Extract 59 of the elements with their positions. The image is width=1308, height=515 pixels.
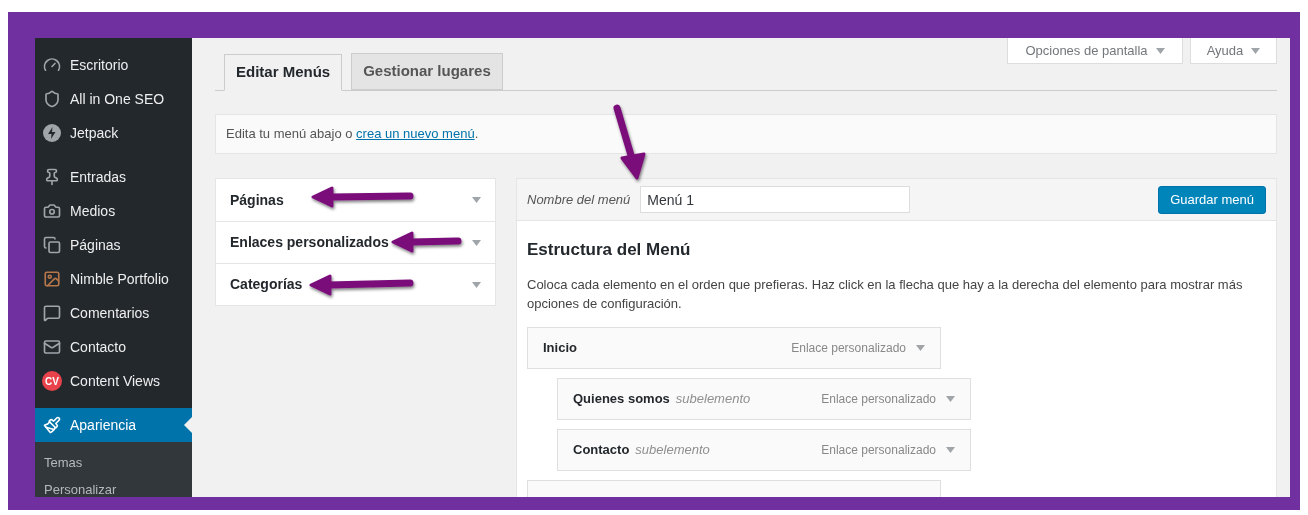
logo-badge: CV bbox=[42, 371, 62, 391]
menu-name-field[interactable]: Menú 1 bbox=[640, 186, 911, 213]
caret-icon bbox=[472, 281, 481, 288]
menu-item-type: Enlace personalizado bbox=[821, 441, 936, 459]
gauge-icon bbox=[43, 56, 61, 74]
tab[interactable]: Editar Menús bbox=[224, 54, 343, 91]
save-menu-button[interactable]: Guardar menú bbox=[1158, 185, 1266, 214]
caret-icon bbox=[1251, 47, 1261, 54]
sidebar-item[interactable]: Comentarios bbox=[35, 296, 192, 330]
paintbrush-icon bbox=[43, 416, 61, 434]
menu-item[interactable]: Quienes somos subelemento Enlace personalizado bbox=[557, 377, 971, 420]
submenu-item[interactable]: Temas bbox=[35, 449, 192, 476]
caret-icon bbox=[472, 197, 481, 203]
caret-icon bbox=[1155, 47, 1165, 54]
pages-icon bbox=[43, 236, 61, 254]
shield-icon bbox=[43, 90, 61, 108]
sidebar-item[interactable]: Contacto bbox=[35, 330, 192, 364]
sidebar-item[interactable]: All in One SEO bbox=[35, 82, 192, 116]
sidebar-item[interactable]: Páginas bbox=[35, 228, 192, 262]
menu-item-note: subelemento bbox=[675, 389, 751, 408]
menu-item-note: subelemento bbox=[635, 440, 710, 459]
sidebar-item[interactable]: Entradas bbox=[35, 160, 192, 194]
menu-item-label: Quienes somos bbox=[573, 389, 670, 408]
bolt-circle-icon bbox=[43, 124, 61, 142]
caret-icon bbox=[946, 446, 955, 453]
caret-icon bbox=[946, 395, 955, 402]
tab[interactable]: Gestionar lugares bbox=[351, 53, 503, 90]
accordion-title: Categorías bbox=[230, 275, 303, 294]
accordion-section[interactable]: Páginas bbox=[216, 179, 495, 221]
sidebar-item[interactable]: Medios bbox=[35, 194, 192, 228]
submenu-item[interactable]: Personalizar bbox=[35, 476, 192, 497]
menu-item-type: Enlace personalizado bbox=[821, 390, 936, 408]
screen-options-button[interactable]: Opciones de pantalla bbox=[1007, 38, 1183, 64]
sidebar-item[interactable]: Nimble Portfolio bbox=[35, 262, 192, 296]
new-menu-link[interactable]: crea un nuevo menú bbox=[356, 126, 475, 142]
sidebar-item[interactable]: Apariencia bbox=[35, 408, 192, 442]
menu-item-label: Inicio bbox=[543, 338, 577, 357]
image-icon bbox=[43, 270, 61, 288]
caret-icon bbox=[916, 344, 925, 351]
annotation-arrow bbox=[391, 231, 462, 253]
speech-bubble-icon bbox=[43, 304, 61, 322]
menu-item[interactable]: Inicio Enlace personalizado bbox=[527, 326, 941, 369]
accordion-title: Páginas bbox=[230, 190, 284, 210]
accordion-title: Enlaces personalizados bbox=[230, 233, 389, 252]
menu-name-label: Nombre del menú bbox=[527, 190, 631, 209]
sidebar-item[interactable]: Escritorio bbox=[35, 48, 192, 82]
pin-icon bbox=[43, 168, 61, 186]
caret-icon bbox=[472, 239, 481, 246]
menu-item-label: Contacto bbox=[573, 440, 630, 459]
section-description: Coloca cada elemento en el orden que prefieras. Haz click en la flecha que hay a la derecha del elemento para mostrar más opciones de configuración. bbox=[527, 275, 1244, 313]
screen-options-button[interactable]: Ayuda bbox=[1190, 38, 1277, 64]
section-title: Estructura del Menú bbox=[527, 239, 692, 261]
mail-icon bbox=[43, 338, 61, 356]
menu-item[interactable]: Contacto subelemento Enlace personalizado bbox=[557, 428, 971, 471]
sidebar-item[interactable]: Jetpack bbox=[35, 116, 192, 150]
camera-icon bbox=[43, 202, 61, 220]
notice-text: Edita tu menú abajo o crea un nuevo menú. bbox=[226, 125, 479, 144]
sidebar-item[interactable]: CV Content Views bbox=[35, 364, 192, 398]
menu-item-type: Enlace personalizado bbox=[791, 339, 906, 357]
